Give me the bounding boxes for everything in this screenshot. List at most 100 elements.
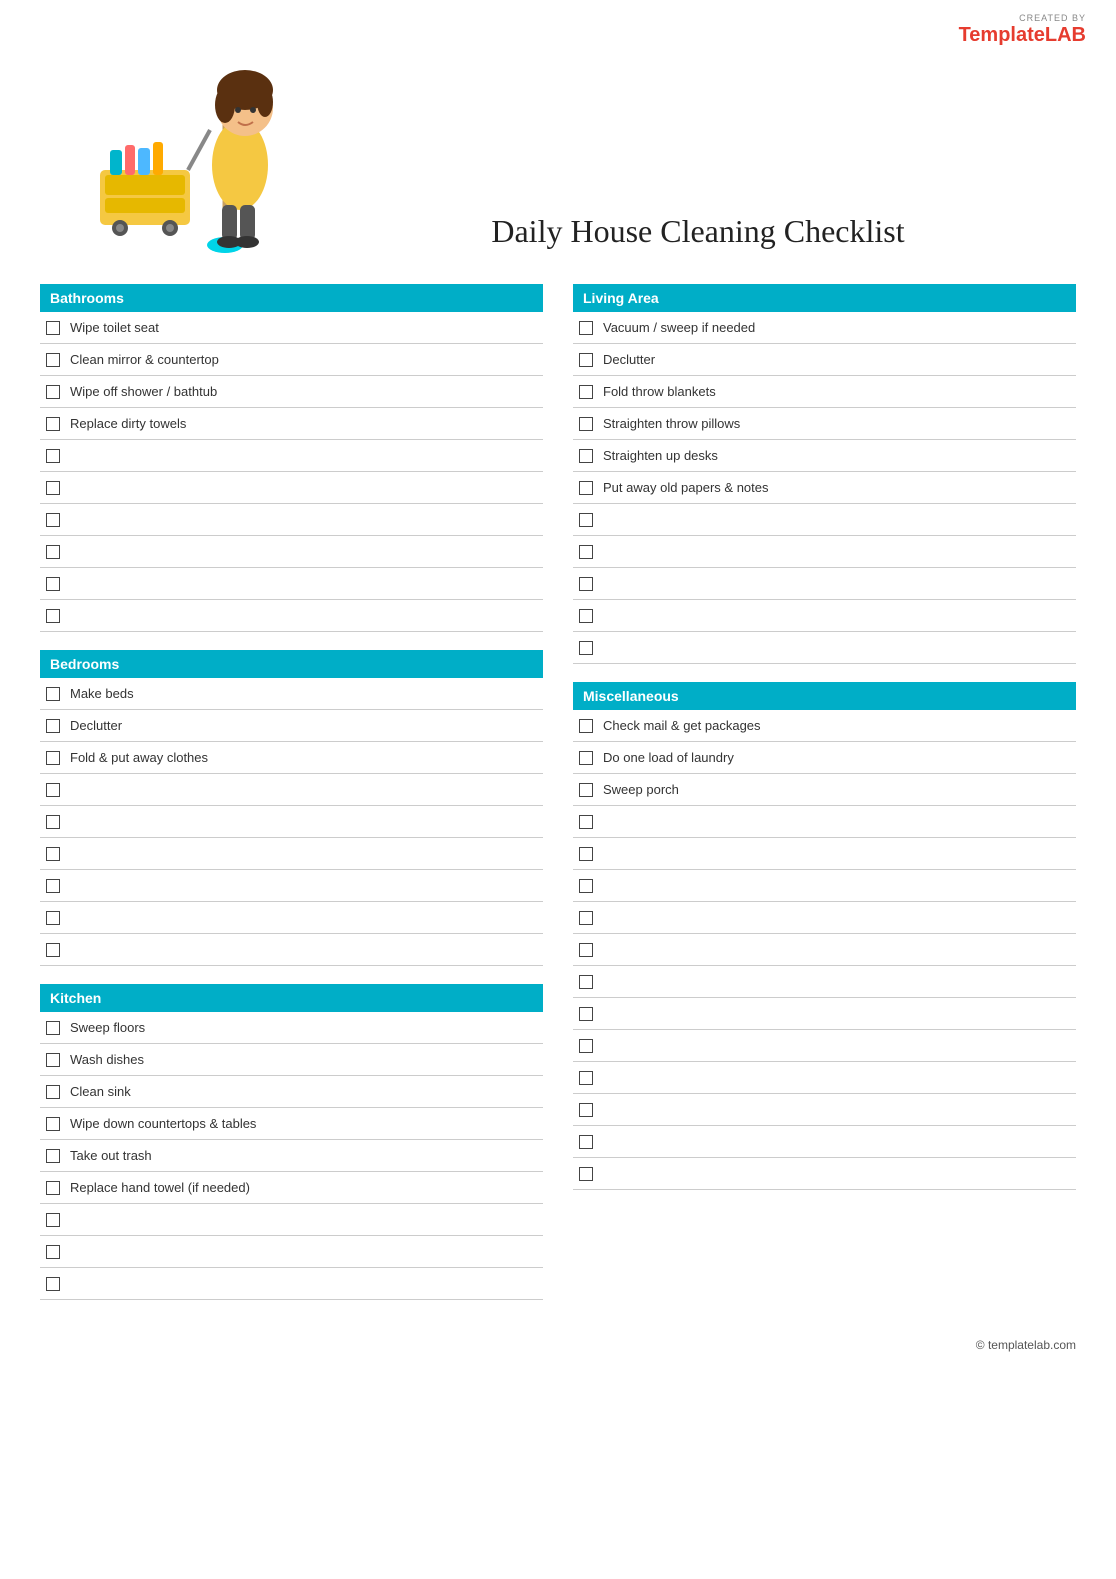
checklist-item[interactable]: Replace hand towel (if needed) (40, 1172, 543, 1204)
checkbox[interactable] (579, 879, 593, 893)
checklist-item[interactable] (573, 902, 1076, 934)
checkbox[interactable] (46, 449, 60, 463)
checkbox[interactable] (579, 353, 593, 367)
checkbox[interactable] (46, 1085, 60, 1099)
checklist-item[interactable]: Wash dishes (40, 1044, 543, 1076)
checkbox[interactable] (46, 1213, 60, 1227)
checklist-item[interactable] (40, 1236, 543, 1268)
checkbox[interactable] (46, 1245, 60, 1259)
checkbox[interactable] (46, 321, 60, 335)
checkbox[interactable] (579, 751, 593, 765)
checkbox[interactable] (46, 815, 60, 829)
checklist-item[interactable] (40, 440, 543, 472)
checkbox[interactable] (579, 719, 593, 733)
checklist-item[interactable] (40, 472, 543, 504)
checkbox[interactable] (46, 577, 60, 591)
checklist-item[interactable]: Fold throw blankets (573, 376, 1076, 408)
checkbox[interactable] (46, 847, 60, 861)
checklist-item[interactable] (573, 1094, 1076, 1126)
checkbox[interactable] (579, 641, 593, 655)
checkbox[interactable] (46, 719, 60, 733)
checklist-item[interactable] (40, 870, 543, 902)
checkbox[interactable] (579, 513, 593, 527)
checklist-item[interactable]: Wipe toilet seat (40, 312, 543, 344)
checklist-item[interactable] (40, 934, 543, 966)
checkbox[interactable] (579, 449, 593, 463)
checkbox[interactable] (46, 943, 60, 957)
checkbox[interactable] (579, 1007, 593, 1021)
checkbox[interactable] (46, 481, 60, 495)
checkbox[interactable] (579, 1167, 593, 1181)
checklist-item[interactable] (40, 774, 543, 806)
checklist-item[interactable] (573, 806, 1076, 838)
checklist-item[interactable]: Sweep porch (573, 774, 1076, 806)
checklist-item[interactable] (40, 1204, 543, 1236)
checkbox[interactable] (579, 975, 593, 989)
checklist-item[interactable] (40, 536, 543, 568)
checklist-item[interactable] (573, 1158, 1076, 1190)
checkbox[interactable] (579, 385, 593, 399)
checkbox[interactable] (46, 751, 60, 765)
checklist-item[interactable] (573, 600, 1076, 632)
checklist-item[interactable] (573, 1126, 1076, 1158)
checklist-item[interactable] (573, 568, 1076, 600)
checklist-item[interactable]: Straighten throw pillows (573, 408, 1076, 440)
checklist-item[interactable] (40, 1268, 543, 1300)
checklist-item[interactable] (573, 504, 1076, 536)
checklist-item[interactable]: Fold & put away clothes (40, 742, 543, 774)
checkbox[interactable] (46, 783, 60, 797)
checklist-item[interactable]: Take out trash (40, 1140, 543, 1172)
checkbox[interactable] (579, 1039, 593, 1053)
checkbox[interactable] (579, 577, 593, 591)
checklist-item[interactable]: Wipe down countertops & tables (40, 1108, 543, 1140)
checkbox[interactable] (579, 1135, 593, 1149)
checklist-item[interactable] (40, 600, 543, 632)
checkbox[interactable] (46, 417, 60, 431)
checkbox[interactable] (46, 1277, 60, 1291)
checkbox[interactable] (46, 1021, 60, 1035)
checklist-item[interactable] (573, 536, 1076, 568)
checkbox[interactable] (46, 911, 60, 925)
checkbox[interactable] (579, 609, 593, 623)
checkbox[interactable] (579, 847, 593, 861)
checklist-item[interactable] (40, 838, 543, 870)
checkbox[interactable] (579, 783, 593, 797)
checkbox[interactable] (46, 879, 60, 893)
checkbox[interactable] (579, 815, 593, 829)
checklist-item[interactable]: Clean sink (40, 1076, 543, 1108)
checklist-item[interactable]: Straighten up desks (573, 440, 1076, 472)
checklist-item[interactable] (40, 806, 543, 838)
checklist-item[interactable] (573, 838, 1076, 870)
checklist-item[interactable] (40, 568, 543, 600)
checklist-item[interactable]: Vacuum / sweep if needed (573, 312, 1076, 344)
checkbox[interactable] (46, 353, 60, 367)
checkbox[interactable] (579, 911, 593, 925)
checklist-item[interactable] (573, 1062, 1076, 1094)
checklist-item[interactable]: Declutter (573, 344, 1076, 376)
checklist-item[interactable] (573, 870, 1076, 902)
checkbox[interactable] (579, 1071, 593, 1085)
checkbox[interactable] (46, 545, 60, 559)
checkbox[interactable] (46, 1117, 60, 1131)
checklist-item[interactable]: Do one load of laundry (573, 742, 1076, 774)
checkbox[interactable] (46, 1181, 60, 1195)
checklist-item[interactable]: Replace dirty towels (40, 408, 543, 440)
checklist-item[interactable] (573, 934, 1076, 966)
checklist-item[interactable] (573, 632, 1076, 664)
checkbox[interactable] (579, 1103, 593, 1117)
checklist-item[interactable] (573, 1030, 1076, 1062)
checklist-item[interactable]: Sweep floors (40, 1012, 543, 1044)
checkbox[interactable] (46, 609, 60, 623)
checklist-item[interactable] (40, 902, 543, 934)
checklist-item[interactable]: Put away old papers & notes (573, 472, 1076, 504)
checkbox[interactable] (579, 321, 593, 335)
checkbox[interactable] (579, 481, 593, 495)
checklist-item[interactable]: Clean mirror & countertop (40, 344, 543, 376)
checkbox[interactable] (46, 385, 60, 399)
checkbox[interactable] (579, 943, 593, 957)
checkbox[interactable] (46, 513, 60, 527)
checkbox[interactable] (46, 687, 60, 701)
checklist-item[interactable] (573, 966, 1076, 998)
checkbox[interactable] (46, 1053, 60, 1067)
checklist-item[interactable]: Make beds (40, 678, 543, 710)
